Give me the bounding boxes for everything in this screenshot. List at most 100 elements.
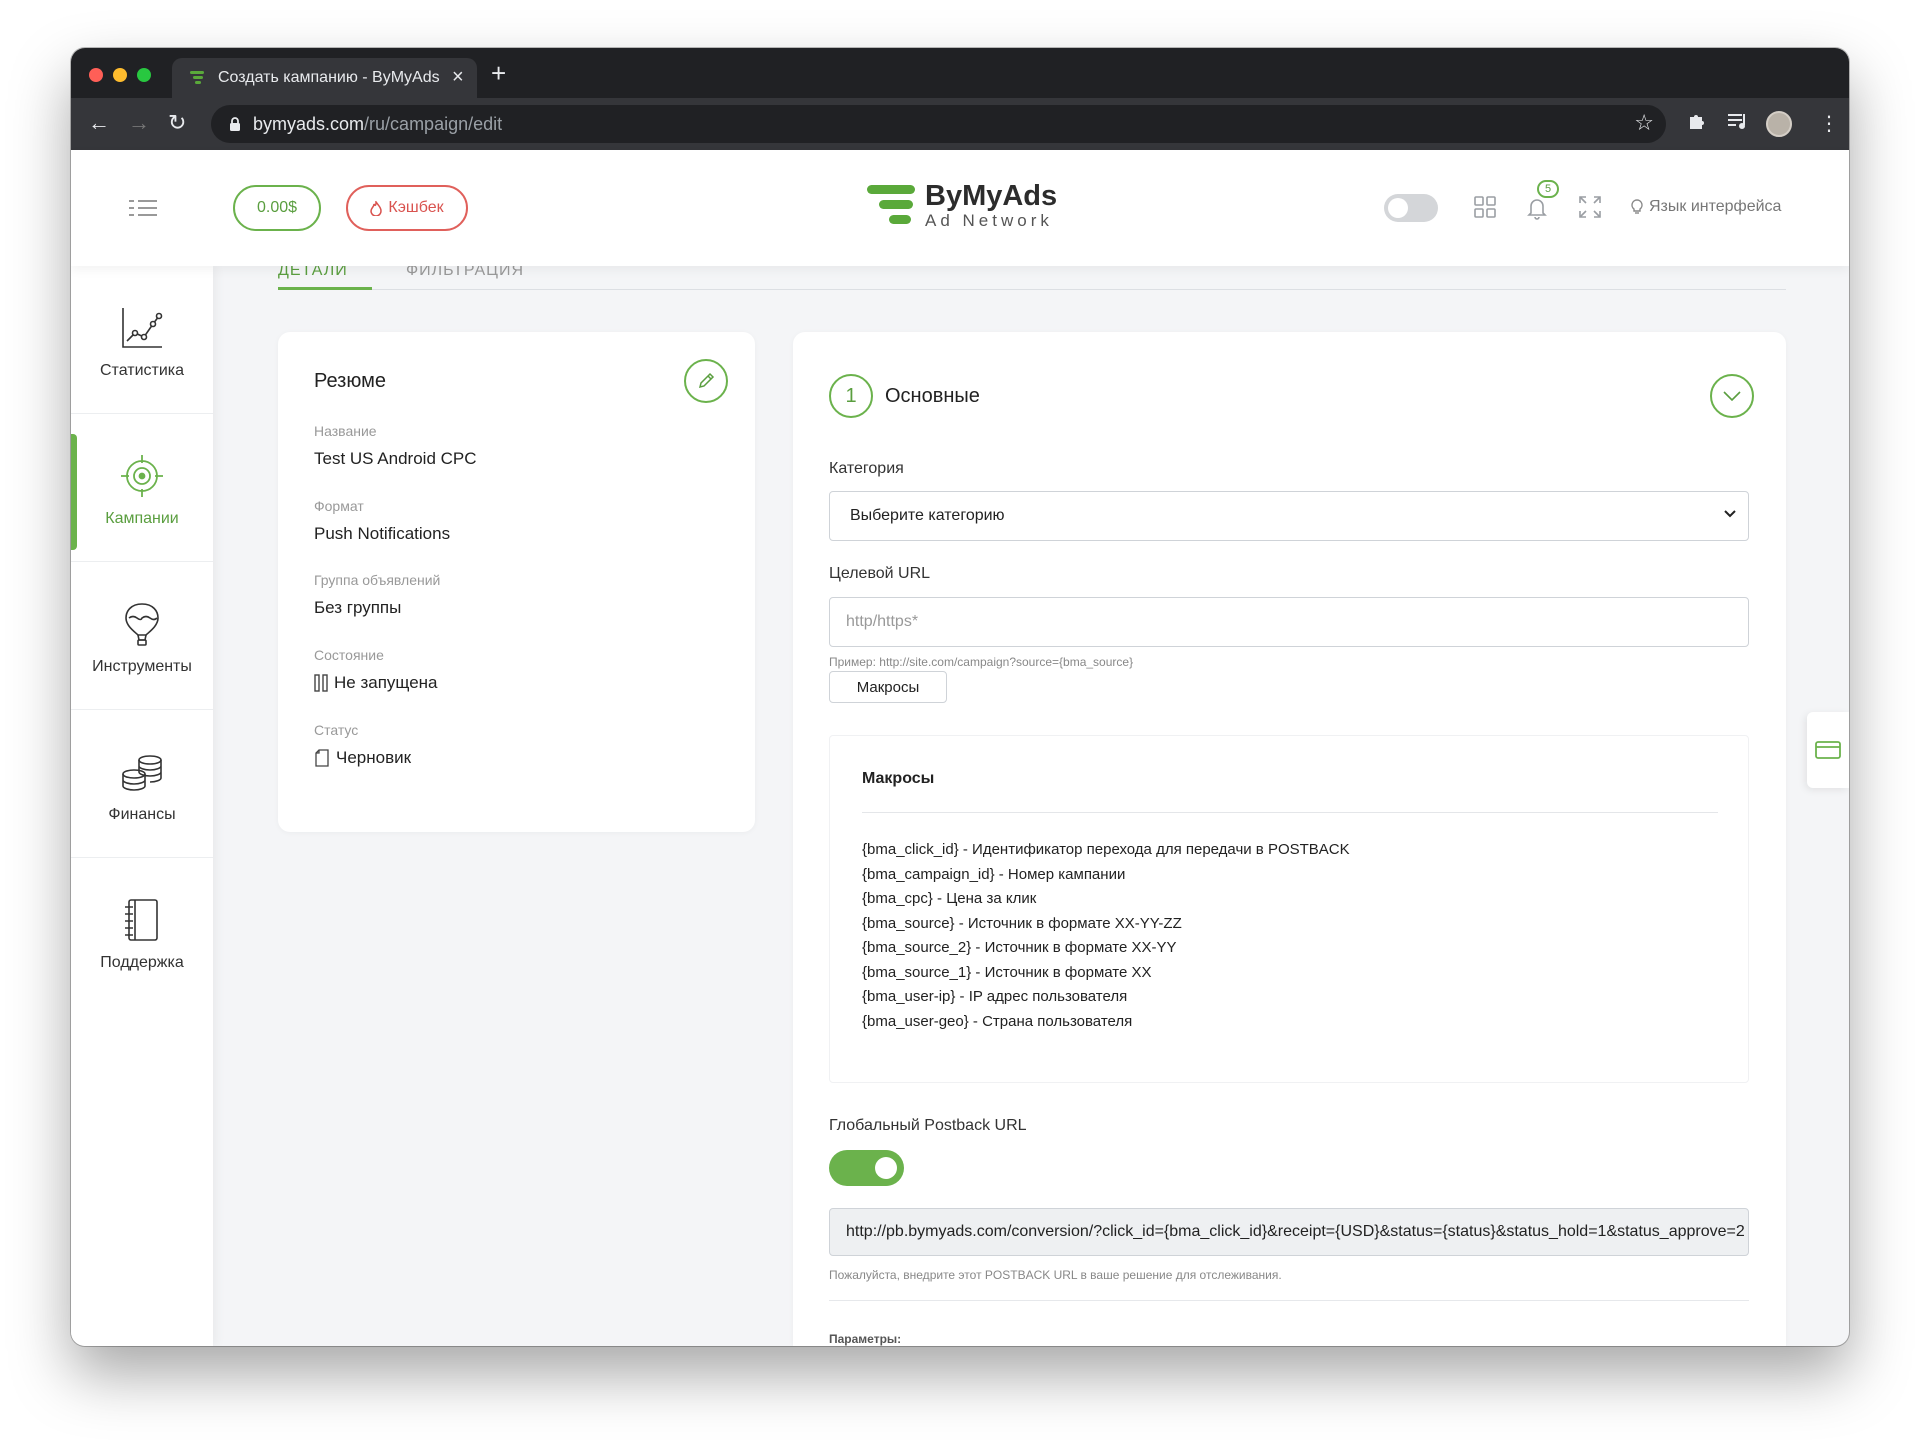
chevron-down-icon [1723, 391, 1741, 401]
fire-icon [370, 200, 383, 216]
minimize-window-button[interactable] [113, 68, 127, 82]
profile-avatar[interactable] [1766, 111, 1792, 137]
collapse-section-button[interactable] [1710, 374, 1754, 418]
list-item: {bma_click_id} - Идентификатор перехода … [862, 841, 1350, 858]
sidebar-label: Кампании [105, 510, 179, 527]
category-select-value: Выберите категорию [850, 507, 1005, 524]
active-tab-indicator [278, 287, 372, 290]
close-window-button[interactable] [89, 68, 103, 82]
bookmark-star-icon[interactable]: ☆ [1634, 110, 1654, 136]
postback-url-value: http://pb.bymyads.com/conversion/?click_… [846, 1223, 1745, 1240]
sidebar-label: Статистика [99, 362, 185, 379]
tab-title: Создать кампанию - ByMyAds [218, 69, 440, 86]
browser-tab[interactable]: Создать кампанию - ByMyAds × [172, 58, 477, 98]
campaign-form-card: 1 Основные Категория Выберите категорию … [793, 332, 1786, 1346]
menu-toggle-icon[interactable] [129, 198, 159, 223]
macros-title: Макросы [862, 770, 935, 787]
pause-icon [314, 674, 328, 692]
postback-hint: Пожалуйста, внедрите этот POSTBACK URL в… [829, 1268, 1282, 1282]
sidebar-item-campaigns[interactable]: Кампании [71, 414, 213, 562]
reload-icon[interactable]: ↻ [168, 108, 186, 138]
target-icon [121, 455, 163, 497]
theme-toggle[interactable] [1384, 194, 1438, 222]
logo-mark-icon [867, 181, 915, 229]
edit-button[interactable] [684, 359, 728, 403]
notification-count-badge: 5 [1537, 180, 1559, 198]
balance-button[interactable]: 0.00$ [233, 185, 321, 231]
list-item: {bma_campaign_id} - Номер кампании [862, 865, 1126, 883]
notification-bell-icon[interactable] [1527, 196, 1547, 225]
list-item: {bma_source_1} - Источник в формате XX [862, 963, 1152, 981]
credit-card-icon [1815, 741, 1841, 759]
macros-button[interactable]: Макросы [829, 671, 947, 703]
forward-icon[interactable]: → [128, 108, 150, 138]
divider [862, 812, 1718, 813]
params-label: Параметры: [829, 1332, 902, 1346]
category-label: Категория [829, 460, 904, 477]
chrome-menu-icon[interactable]: ⋮ [1819, 111, 1839, 137]
postback-url-field[interactable]: http://pb.bymyads.com/conversion/?click_… [829, 1208, 1749, 1256]
browser-window: Создать кампанию - ByMyAds × + ← → ↻ bym… [71, 48, 1849, 1346]
notebook-icon [125, 899, 158, 941]
target-url-label: Целевой URL [829, 565, 931, 582]
list-item: {bma_user-ip} - IP адрес пользователя [862, 988, 1128, 1005]
close-tab-icon[interactable]: × [452, 66, 464, 88]
postback-label: Глобальный Postback URL [829, 1117, 1027, 1134]
sidebar-item-statistics[interactable]: Статистика [71, 266, 213, 414]
url-text: bymyads.com/ru/campaign/edit [253, 114, 503, 134]
logo-tagline: Ad Network [925, 211, 1053, 230]
list-item: {bma_user-geo} - Страна пользователя [862, 1012, 1133, 1030]
extensions-puzzle-icon[interactable] [1687, 111, 1707, 138]
browser-toolbar: ← → ↻ bymyads.com/ru/campaign/edit ☆ ⋮ [71, 98, 1849, 150]
cashback-button[interactable]: Кэшбек [346, 185, 468, 231]
browser-tabbar: Создать кампанию - ByMyAds × + [71, 48, 1849, 98]
summary-field-state: Состояние Не запущена [314, 647, 438, 692]
app-header: 0.00$ Кэшбек ByMyAds Ad Network 5 Язык и… [71, 150, 1849, 266]
floating-payment-widget[interactable] [1807, 712, 1849, 788]
cashback-label: Кэшбек [388, 199, 444, 216]
back-icon[interactable]: ← [88, 108, 110, 138]
address-bar[interactable]: bymyads.com/ru/campaign/edit ☆ [211, 105, 1666, 143]
language-selector[interactable]: Язык интерфейса [1631, 198, 1781, 216]
step-number-badge: 1 [829, 374, 873, 418]
macros-panel: Макросы {bma_click_id} - Идентификатор п… [829, 735, 1749, 1083]
sidebar-label: Инструменты [92, 658, 192, 675]
summary-field-name: Название Test US Android CPC [314, 423, 477, 468]
apps-grid-icon[interactable] [1474, 196, 1496, 223]
pencil-icon [698, 372, 715, 389]
draft-document-icon [315, 749, 329, 767]
sidebar: Статистика Кампании Инструменты Финансы [71, 266, 213, 1346]
maximize-window-button[interactable] [137, 68, 151, 82]
bymyads-logo[interactable]: ByMyAds Ad Network [867, 181, 1057, 231]
logo-brand: ByMyAds [925, 180, 1058, 212]
target-url-example: Пример: http://site.com/campaign?source=… [829, 655, 1134, 669]
divider [829, 1300, 1749, 1301]
list-item: {bma_source} - Источник в формате XX-YY-… [862, 914, 1182, 932]
sidebar-label: Поддержка [100, 954, 184, 971]
media-queue-icon[interactable] [1727, 111, 1749, 138]
sidebar-label: Финансы [108, 806, 176, 823]
new-tab-icon[interactable]: + [491, 60, 506, 86]
postback-toggle[interactable] [829, 1150, 904, 1186]
coins-icon [122, 755, 162, 791]
window-controls [89, 68, 151, 82]
sidebar-item-tools[interactable]: Инструменты [71, 562, 213, 710]
bymyads-favicon-icon [190, 71, 204, 84]
section-title: Основные [885, 385, 980, 407]
balloon-icon [125, 603, 159, 646]
fullscreen-icon[interactable] [1579, 196, 1601, 223]
category-select[interactable]: Выберите категорию [829, 491, 1749, 541]
summary-field-status: Статус Черновик [314, 722, 412, 767]
summary-field-group: Группа объявлений Без группы [314, 572, 441, 617]
chevron-down-icon [1724, 510, 1736, 518]
list-item: {bma_cpc} - Цена за клик [862, 890, 1037, 907]
chart-icon [122, 308, 163, 348]
sidebar-item-finance[interactable]: Финансы [71, 710, 213, 858]
macros-list: {bma_click_id} - Идентификатор перехода … [862, 838, 1350, 1034]
summary-field-format: Формат Push Notifications [314, 498, 451, 543]
lightbulb-icon [1631, 199, 1643, 214]
target-url-input[interactable] [829, 597, 1749, 647]
sidebar-item-support[interactable]: Поддержка [71, 858, 213, 1006]
lock-icon [230, 117, 240, 131]
list-item: {bma_source_2} - Источник в формате XX-Y… [862, 939, 1177, 956]
